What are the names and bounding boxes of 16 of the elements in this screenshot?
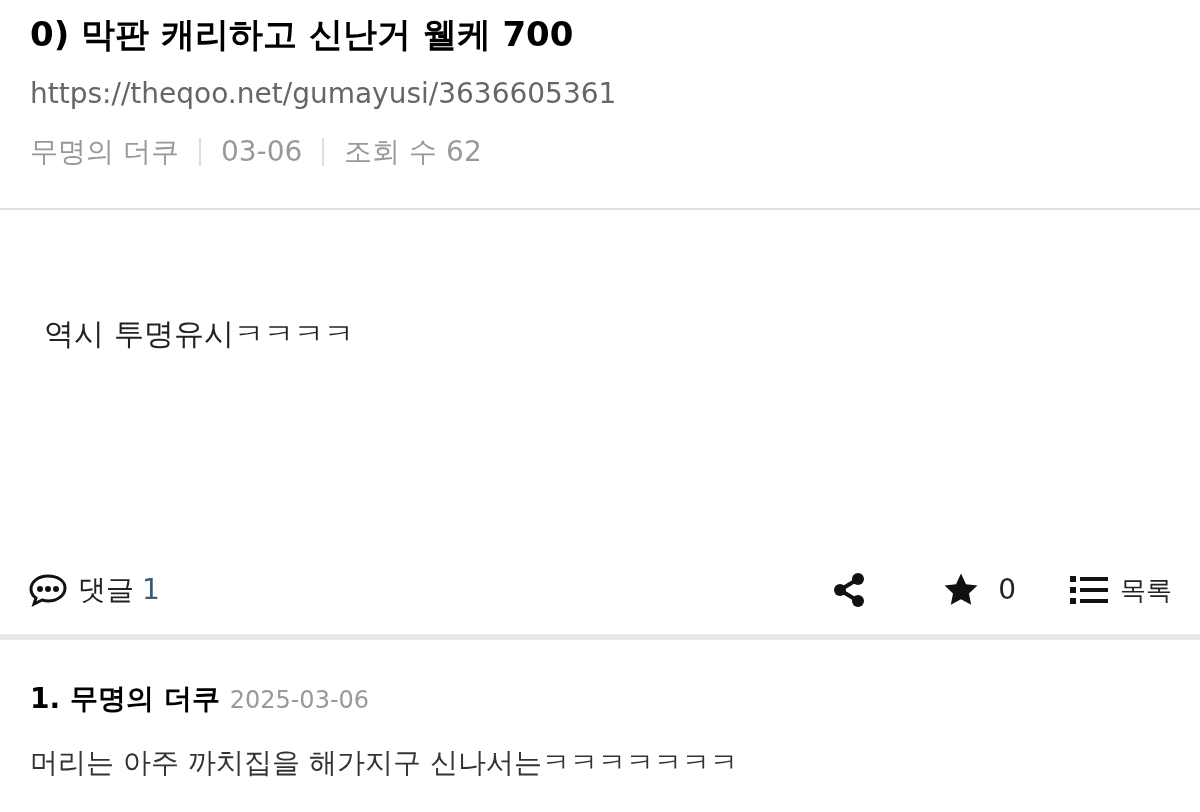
comment-date: 2025-03-06 — [229, 685, 370, 716]
post-title: 0) 막판 캐리하고 신난거 웰케 700 — [30, 13, 575, 56]
comment-text: 머리는 아주 까치집을 해가지구 신나서는ㅋㅋㅋㅋㅋㅋㅋ — [30, 745, 739, 781]
post-meta: 조회 수 62 — [344, 134, 482, 170]
post-meta: 무명의 더쿠 — [30, 134, 179, 170]
star-count: 0 — [998, 572, 1016, 608]
comments-label: 댓글 — [78, 572, 134, 608]
comments-count: 1 — [142, 572, 160, 608]
speech-bubble-icon — [28, 573, 68, 607]
post-meta: 03-06 — [220, 134, 303, 170]
post-url[interactable]: https://theqoo.net/gumayusi/3636605361 — [30, 76, 1170, 112]
list-icon[interactable] — [1070, 575, 1108, 605]
comment-author: 1. 무명의 더쿠 — [30, 681, 220, 717]
post-body: 역시 투명유시ㅋㅋㅋㅋ — [43, 315, 355, 353]
list-button[interactable]: 목록 — [1120, 570, 1172, 610]
share-icon[interactable] — [832, 572, 867, 608]
